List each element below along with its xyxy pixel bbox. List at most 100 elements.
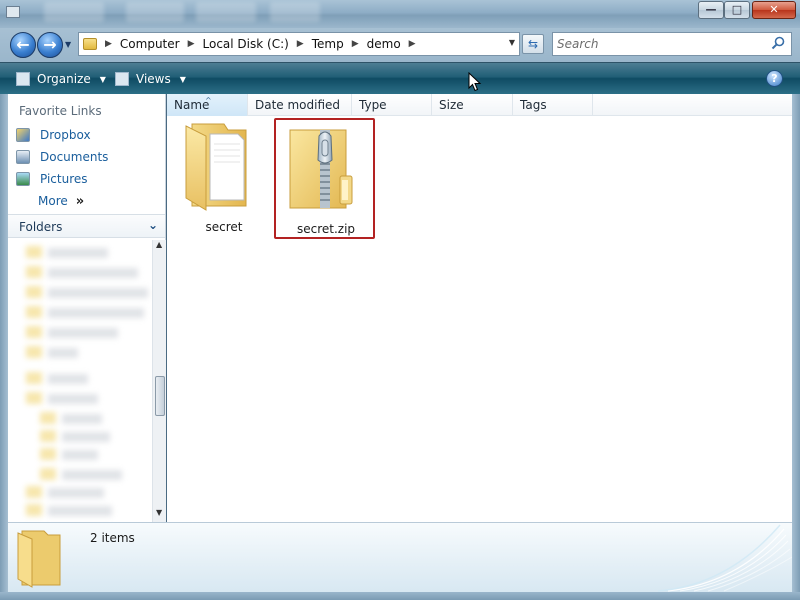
favorite-link-documents[interactable]: Documents [16, 148, 108, 166]
chevron-down-icon[interactable]: ⌄ [148, 218, 158, 232]
address-row: ← → ▼ ▶ Computer ▶ Local Disk (C:) ▶ Tem… [0, 28, 800, 62]
views-label: Views [136, 72, 171, 86]
tree-item-blurred[interactable] [48, 248, 108, 258]
more-label: More [38, 194, 68, 208]
scrollbar-thumb[interactable] [155, 376, 165, 416]
breadcrumb-separator[interactable]: ▶ [188, 39, 195, 49]
folder-icon [185, 123, 247, 211]
breadcrumb-demo[interactable]: demo [367, 37, 401, 51]
pictures-icon [16, 172, 30, 186]
close-button[interactable]: ✕ [752, 1, 796, 19]
title-bar[interactable]: — □ ✕ [0, 0, 800, 28]
folder-icon [26, 306, 42, 318]
refresh-button[interactable]: ⇆ [522, 34, 544, 54]
sort-ascending-icon: ^ [205, 96, 212, 105]
scroll-down-arrow-icon[interactable]: ▼ [156, 508, 162, 517]
folder-icon [40, 430, 56, 442]
folder-icon [40, 412, 56, 424]
breadcrumb-temp[interactable]: Temp [312, 37, 344, 51]
forward-button[interactable]: → [37, 32, 63, 58]
tree-item-blurred[interactable] [48, 488, 104, 498]
folder-icon [17, 530, 61, 588]
organize-icon [16, 72, 30, 86]
tree-item-blurred[interactable] [48, 268, 138, 278]
file-item-label: secret [205, 220, 243, 234]
window-frame-right [792, 94, 800, 592]
details-pane: 2 items [8, 522, 792, 592]
breadcrumb-separator[interactable]: ▶ [105, 39, 112, 49]
views-button[interactable]: Views ▼ [115, 69, 186, 89]
chevron-down-icon: ▼ [179, 74, 186, 84]
back-button[interactable]: ← [10, 32, 36, 58]
favorite-link-pictures[interactable]: Pictures [16, 170, 88, 188]
recent-pages-dropdown[interactable]: ▼ [65, 40, 75, 50]
minimize-button[interactable]: — [698, 1, 724, 19]
tree-item-blurred[interactable] [48, 374, 88, 384]
item-count-label: 2 items [90, 531, 135, 545]
tree-item-blurred[interactable] [48, 288, 148, 298]
scroll-up-arrow-icon[interactable]: ▲ [156, 240, 162, 249]
folder-icon [40, 468, 56, 480]
address-bar[interactable]: ▶ Computer ▶ Local Disk (C:) ▶ Temp ▶ de… [78, 32, 520, 56]
blurred-taskbar-region [196, 2, 256, 22]
double-chevron-icon: » [75, 193, 85, 209]
command-bar: Organize ▼ Views ▼ ? [0, 62, 800, 94]
favorite-link-dropbox[interactable]: Dropbox [16, 126, 91, 144]
tree-item-blurred[interactable] [48, 506, 112, 516]
folder-icon [40, 448, 56, 460]
search-input[interactable] [557, 36, 767, 52]
dropbox-icon [16, 128, 30, 142]
zip-folder-icon [289, 129, 353, 209]
organize-label: Organize [37, 72, 91, 86]
more-links-button[interactable]: More » [38, 192, 84, 210]
blurred-taskbar-region [270, 2, 320, 22]
column-header-tags[interactable]: Tags [513, 94, 593, 116]
organize-button[interactable]: Organize ▼ [16, 69, 106, 89]
documents-icon [16, 150, 30, 164]
tree-item-blurred[interactable] [62, 450, 98, 460]
folder-icon [26, 486, 42, 498]
breadcrumb-local-disk[interactable]: Local Disk (C:) [203, 37, 289, 51]
tree-item-blurred[interactable] [62, 432, 110, 442]
tree-item-blurred[interactable] [62, 414, 102, 424]
file-item-secret-folder[interactable]: secret [174, 112, 274, 234]
help-button[interactable]: ? [766, 70, 783, 87]
breadcrumb-separator[interactable]: ▶ [297, 39, 304, 49]
blurred-taskbar-region [44, 2, 104, 22]
folder-tree-scrollbar[interactable]: ▲ ▼ [152, 240, 166, 522]
folder-tree[interactable] [8, 240, 152, 522]
breadcrumb-separator[interactable]: ▶ [352, 39, 359, 49]
navigation-pane: Favorite Links Dropbox Documents Picture… [8, 94, 166, 522]
breadcrumb-computer[interactable]: Computer [120, 37, 180, 51]
blurred-taskbar-region [126, 2, 184, 22]
arrow-right-icon: → [43, 35, 57, 54]
tree-item-blurred[interactable] [48, 328, 118, 338]
maximize-button[interactable]: □ [724, 1, 750, 19]
address-history-dropdown[interactable]: ▼ [509, 38, 515, 47]
folder-icon [26, 504, 42, 516]
chevron-down-icon: ▼ [99, 74, 106, 84]
refresh-icon: ⇆ [527, 37, 539, 51]
file-item-secret-zip[interactable]: secret.zip [274, 118, 375, 239]
mouse-cursor-icon [468, 72, 482, 92]
search-box[interactable] [552, 32, 792, 56]
folder-icon [26, 326, 42, 338]
tree-item-blurred[interactable] [62, 470, 122, 480]
column-header-type[interactable]: Type [352, 94, 432, 116]
folder-icon [26, 372, 42, 384]
folder-icon [26, 246, 42, 258]
breadcrumb-separator[interactable]: ▶ [409, 39, 416, 49]
tree-item-blurred[interactable] [48, 394, 98, 404]
folder-icon [26, 392, 42, 404]
tree-item-blurred[interactable] [48, 308, 144, 318]
folders-header[interactable]: Folders ⌄ [8, 214, 165, 238]
decorative-swoosh-graphic [658, 524, 792, 592]
tree-item-blurred[interactable] [48, 348, 78, 358]
arrow-left-icon: ← [16, 35, 30, 54]
folder-icon [26, 286, 42, 298]
search-icon[interactable] [771, 36, 785, 50]
file-list-pane[interactable]: Name ^ Date modified Type Size Tags secr… [167, 94, 792, 522]
window-system-icon[interactable] [6, 6, 20, 18]
column-header-size[interactable]: Size [432, 94, 513, 116]
views-icon [115, 72, 129, 86]
